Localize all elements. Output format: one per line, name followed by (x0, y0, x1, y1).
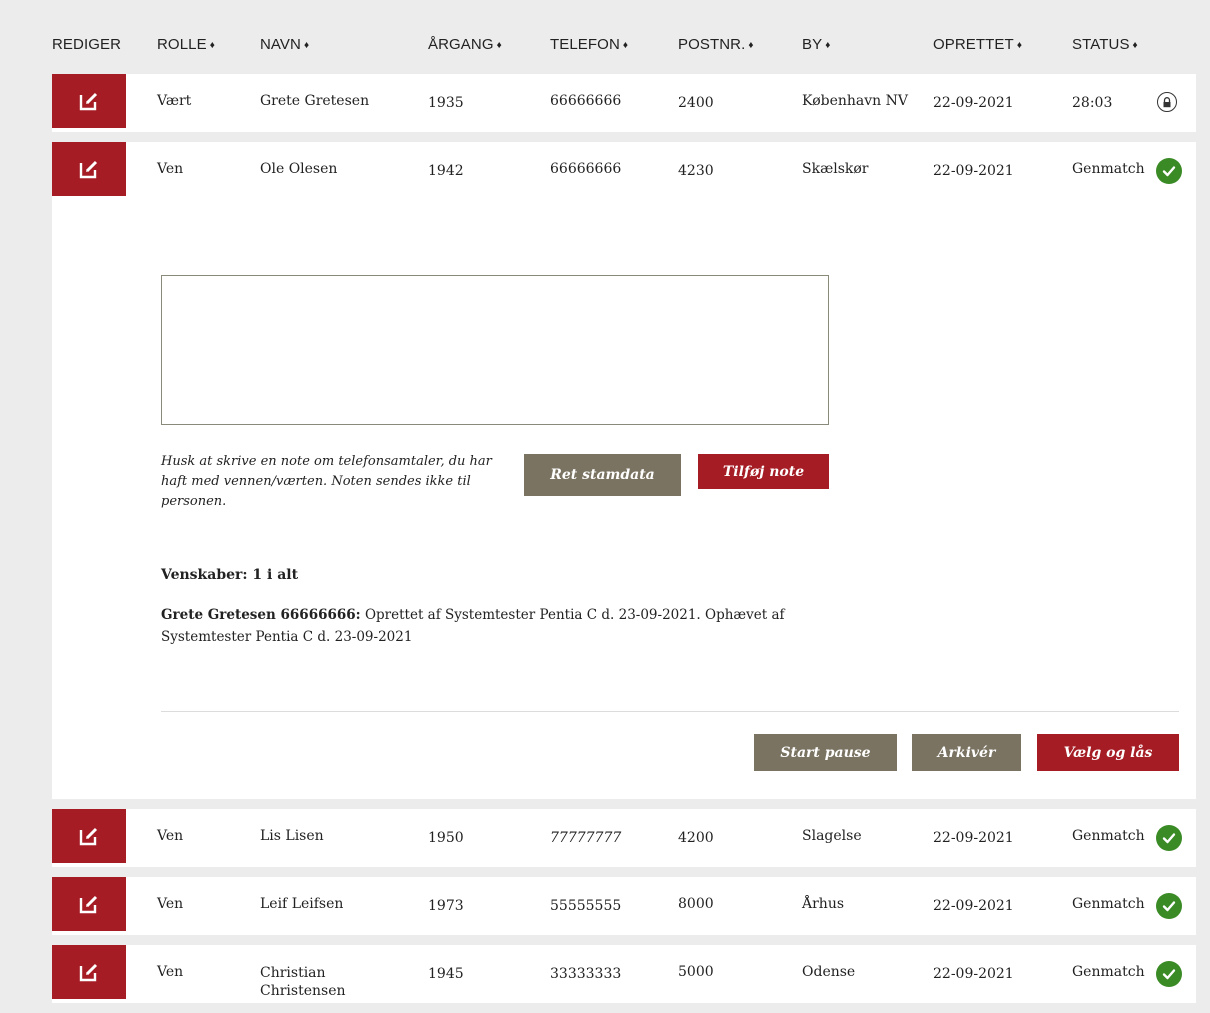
venskaber-title: Venskaber: 1 i alt (161, 567, 299, 583)
col-header-navn[interactable]: NAVN ♦ (260, 36, 309, 53)
col-header-aargang[interactable]: ÅRGANG ♦ (428, 36, 502, 53)
sort-icon[interactable]: ♦ (497, 40, 502, 51)
cell-aargang: 1942 (428, 163, 464, 179)
note-hint: Husk at skrive en note om telefonsamtale… (161, 454, 492, 509)
edit-button[interactable] (52, 945, 126, 999)
cell-rolle: Ven (157, 896, 184, 912)
cell-navn: Leif Leifsen (260, 896, 344, 912)
table-header: REDIGER ROLLE ♦ NAVN ♦ ÅRGANG ♦ TELEFON ♦ PO… (52, 10, 1196, 74)
sort-icon[interactable]: ♦ (623, 40, 628, 51)
col-header-status[interactable]: STATUS ♦ (1072, 36, 1138, 53)
sort-icon[interactable]: ♦ (1133, 40, 1138, 51)
col-header-rolle[interactable]: ROLLE ♦ (157, 36, 215, 53)
cell-telefon: 33333333 (550, 966, 622, 982)
table-row: Ven Lis Lisen 1950 77777777 4200 Slagels… (52, 809, 1196, 867)
cell-navn: Grete Gretesen (260, 93, 370, 109)
cell-navn: Christian Christensen (260, 965, 346, 999)
cell-oprettet: 22-09-2021 (933, 966, 1014, 982)
cell-rolle: Ven (157, 828, 184, 844)
cell-telefon: 55555555 (550, 898, 622, 914)
cell-oprettet: 22-09-2021 (933, 830, 1014, 846)
note-textarea[interactable] (161, 275, 829, 425)
cell-telefon: 66666666 (550, 93, 622, 109)
col-header-rediger: REDIGER (52, 36, 122, 53)
divider (161, 711, 1179, 712)
edit-icon (79, 963, 98, 982)
edit-icon (79, 92, 98, 111)
edit-icon (79, 160, 98, 179)
col-header-by[interactable]: BY ♦ (802, 36, 830, 53)
edit-icon (79, 827, 98, 846)
edit-button[interactable] (52, 877, 126, 931)
cell-by: København NV (802, 93, 909, 109)
cell-oprettet: 22-09-2021 (933, 898, 1014, 914)
cell-status: 28:03 (1072, 95, 1113, 111)
check-icon (1156, 893, 1182, 919)
cell-status: Genmatch (1072, 828, 1145, 844)
friendship-who: Grete Gretesen 66666666: (161, 607, 361, 623)
table-row: Ven Christian Christensen 1945 33333333 … (52, 945, 1196, 1003)
tilfoej-note-button[interactable]: Tilføj note (698, 454, 829, 489)
sort-icon[interactable]: ♦ (825, 40, 830, 51)
edit-button[interactable] (52, 74, 126, 128)
cell-aargang: 1950 (428, 830, 464, 846)
cell-postnr: 5000 (678, 964, 714, 980)
cell-by: Århus (802, 896, 845, 912)
vaelg-og-laas-button[interactable]: Vælg og lås (1037, 734, 1179, 771)
cell-oprettet: 22-09-2021 (933, 163, 1014, 179)
col-header-oprettet[interactable]: OPRETTET ♦ (933, 36, 1022, 53)
sort-icon[interactable]: ♦ (210, 40, 215, 51)
friends-table: REDIGER ROLLE ♦ NAVN ♦ ÅRGANG ♦ TELEFON ♦ PO… (52, 10, 1196, 1013)
cell-status: Genmatch (1072, 161, 1145, 177)
sort-icon[interactable]: ♦ (1017, 40, 1022, 51)
cell-aargang: 1935 (428, 95, 464, 111)
cell-aargang: 1945 (428, 966, 464, 982)
check-icon (1156, 158, 1182, 184)
cell-postnr: 4230 (678, 163, 714, 179)
table-row: Ven Leif Leifsen 1973 55555555 8000 Århu… (52, 877, 1196, 935)
cell-postnr: 4200 (678, 830, 714, 846)
ret-stamdata-button[interactable]: Ret stamdata (524, 454, 681, 496)
lock-icon[interactable] (1157, 92, 1177, 112)
check-icon (1156, 825, 1182, 851)
cell-by: Odense (802, 964, 856, 980)
cell-rolle: Ven (157, 964, 184, 980)
cell-navn: Ole Olesen (260, 161, 338, 177)
col-header-postnr[interactable]: POSTNR. ♦ (678, 36, 754, 53)
cell-navn: Lis Lisen (260, 828, 324, 844)
cell-by: Skælskør (802, 161, 869, 177)
cell-rolle: Vært (157, 93, 192, 109)
check-icon (1156, 961, 1182, 987)
col-header-telefon[interactable]: TELEFON ♦ (550, 36, 628, 53)
cell-telefon: 66666666 (550, 161, 622, 177)
cell-telefon: 77777777 (550, 830, 622, 846)
cell-postnr: 2400 (678, 95, 714, 111)
edit-button[interactable] (52, 809, 126, 863)
cell-status: Genmatch (1072, 964, 1145, 980)
sort-icon[interactable]: ♦ (304, 40, 309, 51)
table-row: Vært Grete Gretesen 1935 66666666 2400 K… (52, 74, 1196, 132)
table-row-expanded: Ven Ole Olesen 1942 66666666 4230 Skælsk… (52, 142, 1196, 799)
cell-postnr: 8000 (678, 896, 714, 912)
cell-status: Genmatch (1072, 896, 1145, 912)
edit-icon (79, 895, 98, 914)
cell-oprettet: 22-09-2021 (933, 95, 1014, 111)
friendship-entry: Grete Gretesen 66666666: Oprettet af Sys… (161, 604, 841, 648)
cell-by: Slagelse (802, 828, 862, 844)
edit-button[interactable] (52, 142, 126, 196)
sort-icon[interactable]: ♦ (748, 40, 753, 51)
cell-aargang: 1973 (428, 898, 464, 914)
cell-rolle: Ven (157, 161, 184, 177)
arkiver-button[interactable]: Arkivér (912, 734, 1021, 771)
start-pause-button[interactable]: Start pause (754, 734, 897, 771)
